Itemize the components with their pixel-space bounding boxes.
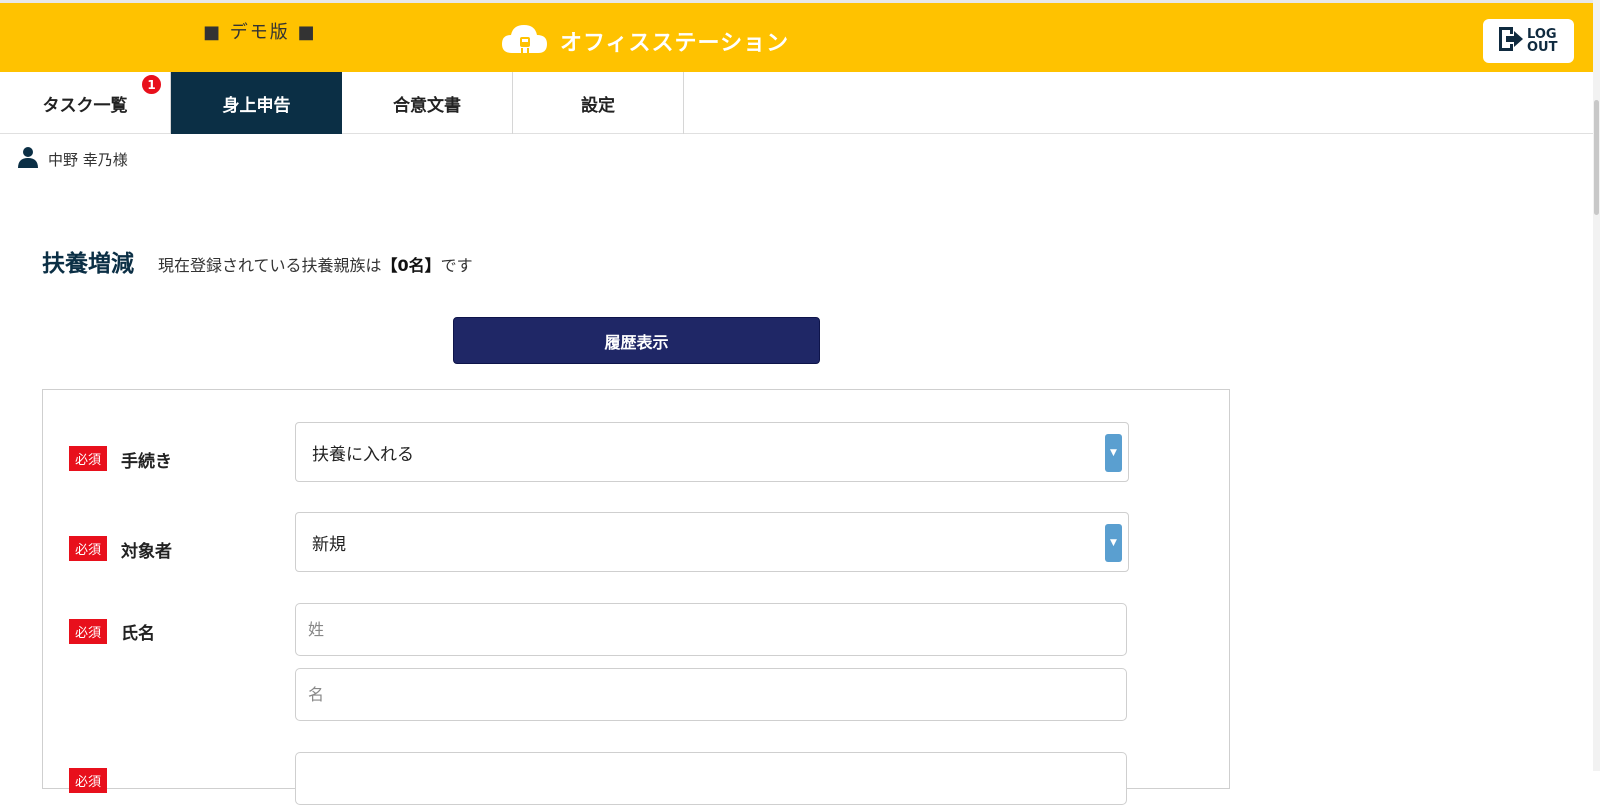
tab-label: 身上申告 [222,95,291,116]
user-icon [18,146,38,172]
required-badge: 必須 [69,619,107,644]
dependents-count: 【0名】 [381,256,441,275]
summary-suffix: です [440,256,473,275]
notification-badge: 1 [140,73,163,96]
tab-label: 設定 [581,95,615,116]
dropdown-arrow-icon: ▼ [1105,434,1122,472]
logout-button[interactable]: LOG OUT [1483,19,1574,63]
brand-name: オフィスステーション [560,31,790,56]
tab-settings[interactable]: 設定 [513,72,684,134]
cloud-logo-icon [500,21,550,61]
logout-label-line2: OUT [1527,40,1558,55]
tab-agreement-documents[interactable]: 合意文書 [342,72,513,134]
tab-label: 合意文書 [393,95,461,116]
procedure-select[interactable]: 扶養に入れる ▼ [295,422,1129,482]
dropdown-arrow-icon: ▼ [1105,524,1122,562]
logout-label: LOG OUT [1527,28,1561,54]
scrollbar-thumb[interactable] [1594,100,1599,215]
next-field-input[interactable] [295,752,1127,805]
tab-task-list[interactable]: タスク一覧 1 [0,72,171,134]
current-user: 中野 幸乃様 [18,146,128,172]
dependents-summary: 現在登録されている扶養親族は【0名】です [158,252,473,276]
required-badge: 必須 [69,446,107,471]
logout-icon [1496,24,1524,58]
form-panel: 必須 手続き 扶養に入れる ▼ 必須 対象者 新規 ▼ 必須 氏名 必須 [42,389,1230,805]
target-select[interactable]: 新規 ▼ [295,512,1129,572]
main-tabs: タスク一覧 1 身上申告 合意文書 設定 [0,72,1600,134]
brand-logo: オフィスステーション [500,21,789,61]
required-badge: 必須 [69,536,107,561]
header-bar: ■ デモ版 ■ オフィスステーション LOG OUT [0,0,1600,72]
target-value: 新規 [312,534,346,555]
target-label: 対象者 [121,542,172,562]
history-button[interactable]: 履歴表示 [453,317,820,364]
section-header: 扶養増減 現在登録されている扶養親族は【0名】です [42,244,473,278]
demo-label: ■ デモ版 ■ [203,22,317,43]
user-name: 中野 幸乃様 [48,150,128,169]
last-name-input[interactable] [295,603,1127,656]
tab-personal-declaration[interactable]: 身上申告 [171,72,342,134]
procedure-value: 扶養に入れる [312,444,414,465]
page-title: 扶養増減 [42,251,134,277]
summary-prefix: 現在登録されている扶養親族は [158,256,382,275]
required-badge: 必須 [69,768,107,793]
first-name-input[interactable] [295,668,1127,721]
name-label: 氏名 [121,624,155,644]
procedure-label: 手続き [121,452,172,472]
tab-label: タスク一覧 [42,95,128,116]
